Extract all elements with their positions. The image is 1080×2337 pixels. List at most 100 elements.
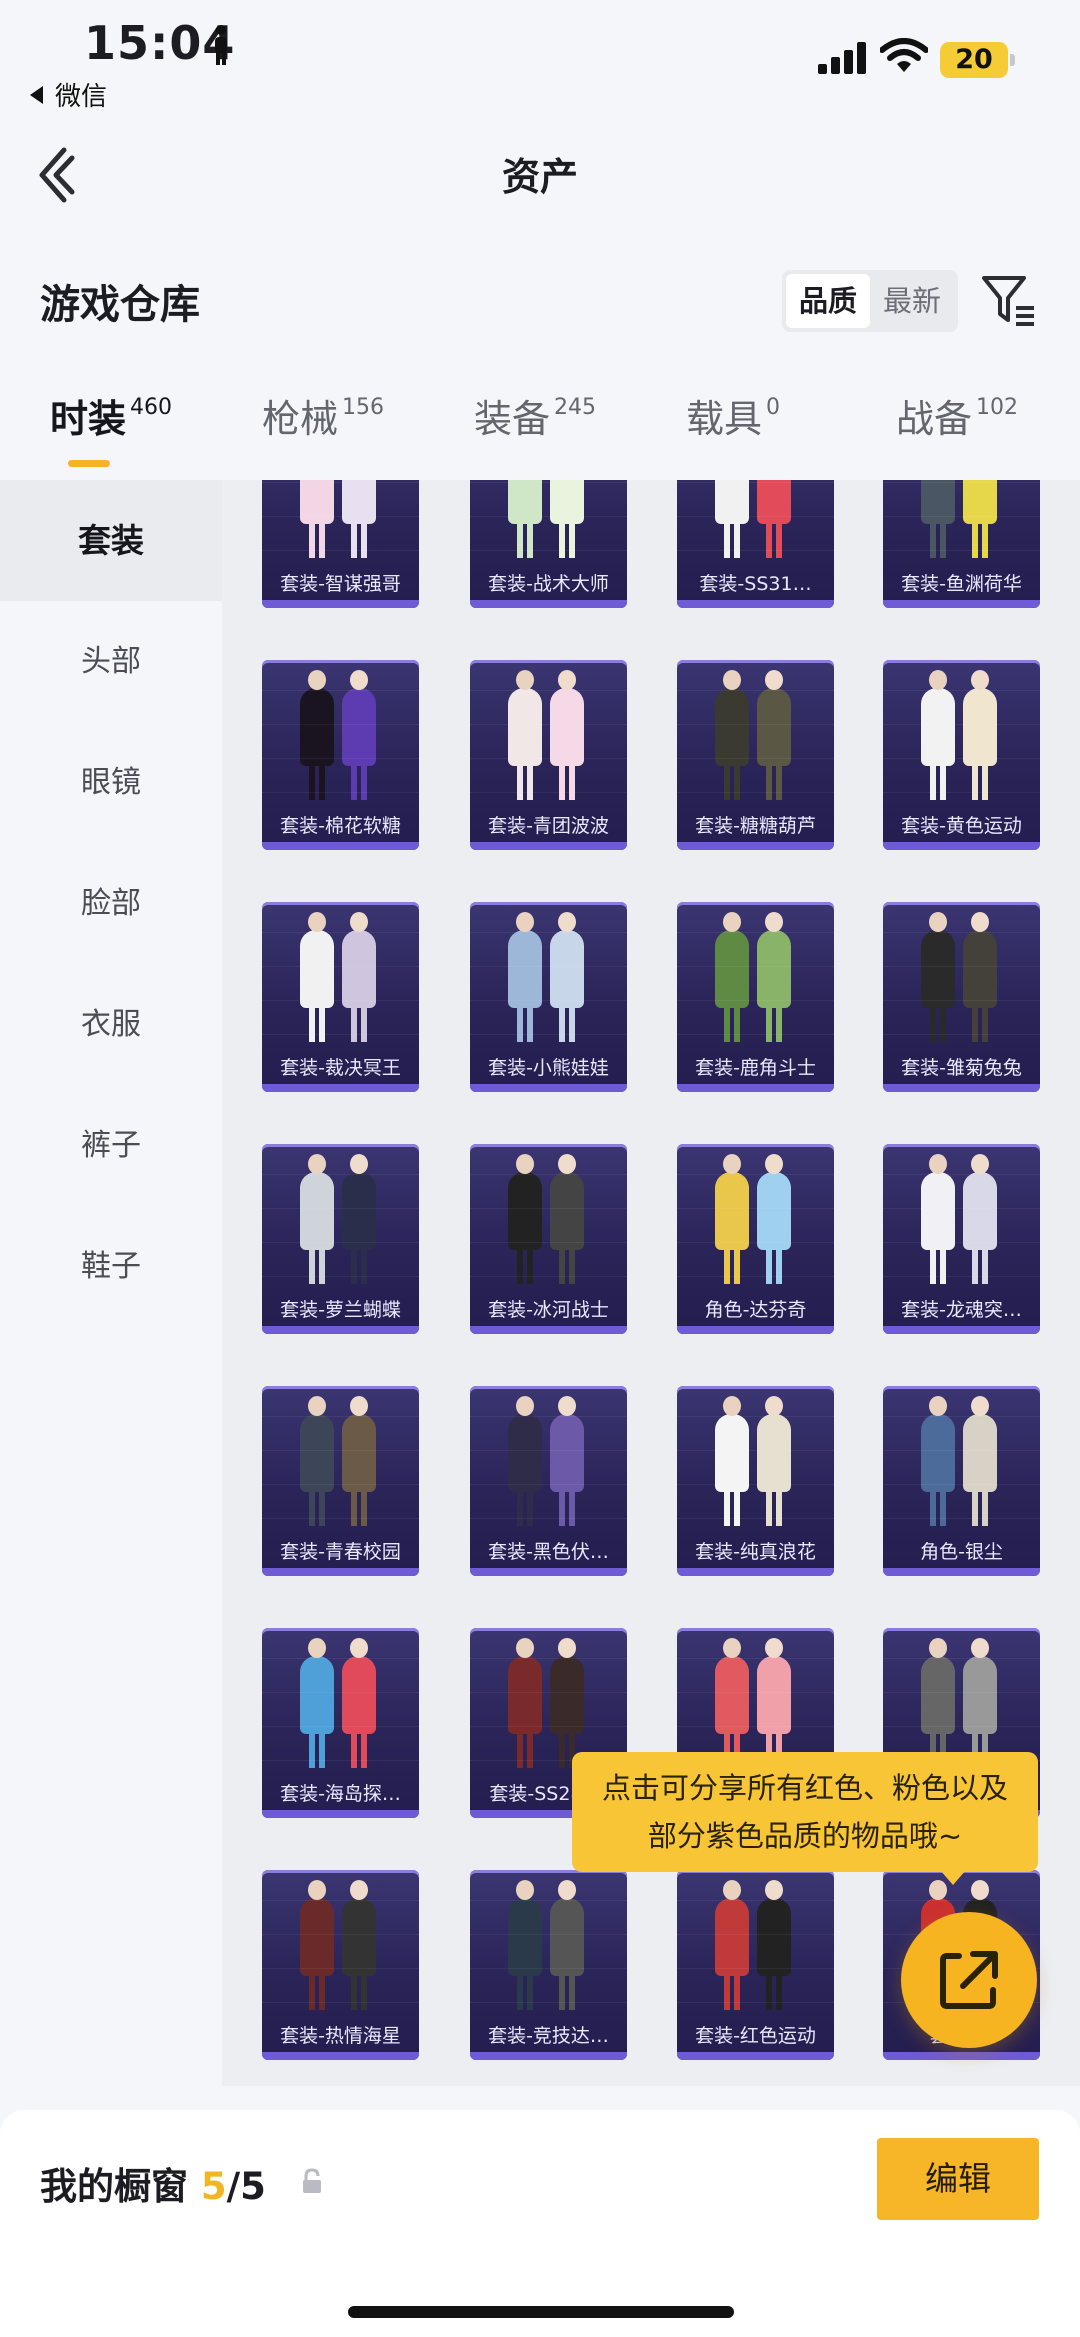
item-name: 套装-萝兰蝴蝶 [280, 1299, 401, 1321]
card-texture [677, 724, 834, 725]
tab-supplies[interactable]: 战备 102 [896, 388, 1018, 480]
card-texture [883, 1034, 1040, 1035]
tooltip-arrow [940, 1870, 966, 1885]
figure-legs [930, 1002, 946, 1042]
outfit-figure [715, 1154, 749, 1284]
item-card[interactable]: 套装-竞技达… [470, 1870, 627, 2060]
item-card[interactable]: 套装-智谋强哥 [262, 480, 419, 608]
figure-legs [351, 1244, 367, 1284]
sidebar-item-head[interactable]: 头部 [0, 601, 222, 722]
item-name: 套装-黑色伏… [488, 1541, 609, 1563]
tab-equipment[interactable]: 装备 245 [474, 388, 596, 480]
figure-legs [766, 1244, 782, 1284]
figure-legs [309, 1970, 325, 2010]
item-card[interactable]: 套装-青春校园 [262, 1386, 419, 1576]
figure-head [929, 1396, 947, 1416]
outfit-figure [757, 480, 791, 558]
item-card[interactable]: 套装-冰河战士 [470, 1144, 627, 1334]
item-thumbnail [276, 1396, 405, 1526]
figure-head [516, 912, 534, 932]
figure-head [350, 1396, 368, 1416]
warehouse-title: 游戏仓库 [40, 282, 200, 328]
item-card[interactable]: 套装-鹿角斗士 [677, 902, 834, 1092]
back-arrow-icon[interactable] [34, 146, 78, 204]
tab-label: 战备 [896, 397, 973, 441]
item-thumbnail [484, 670, 613, 800]
item-card[interactable]: 套装-雏菊兔兔 [883, 902, 1040, 1092]
figure-head [558, 1396, 576, 1416]
outfit-figure [963, 670, 997, 800]
card-texture [677, 690, 834, 691]
edit-button[interactable]: 编辑 [877, 2138, 1039, 2220]
figure-legs [309, 760, 325, 800]
figure-legs [972, 1002, 988, 1042]
sidebar-item-glasses[interactable]: 眼镜 [0, 722, 222, 843]
card-texture [883, 966, 1040, 967]
outfit-figure [508, 1880, 542, 2010]
item-card[interactable]: 套装-糖糖葫芦 [677, 660, 834, 850]
figure-legs [517, 760, 533, 800]
item-card[interactable]: 套装-SS31… [677, 480, 834, 608]
figure-head [558, 670, 576, 690]
card-texture [470, 1276, 627, 1277]
showcase-label: 我的橱窗 5/5 [40, 2156, 266, 2210]
item-card[interactable]: 套装-纯真浪花 [677, 1386, 834, 1576]
item-name: 角色-银尘 [920, 1541, 1003, 1563]
sidebar-item-pants[interactable]: 裤子 [0, 1085, 222, 1206]
share-icon [940, 1951, 998, 2009]
item-thumbnail [691, 1880, 820, 2010]
item-thumbnail [484, 912, 613, 1042]
item-card[interactable]: 套装-小熊娃娃 [470, 902, 627, 1092]
item-name: 套装-棉花软糖 [280, 815, 401, 837]
back-to-app-link[interactable]: 微信 [30, 76, 107, 113]
outfit-figure [508, 480, 542, 558]
card-texture [470, 1518, 627, 1519]
item-card[interactable]: 套装-热情海星 [262, 1870, 419, 2060]
sidebar-item-shoes[interactable]: 鞋子 [0, 1206, 222, 1327]
figure-legs [351, 518, 367, 558]
share-button[interactable] [901, 1912, 1037, 2048]
figure-head [971, 1880, 989, 1900]
card-texture [470, 1416, 627, 1417]
sidebar-item-clothes[interactable]: 衣服 [0, 964, 222, 1085]
item-card[interactable]: 套装-黑色伏… [470, 1386, 627, 1576]
item-card[interactable]: 套装-棉花软糖 [262, 660, 419, 850]
outfit-figure [963, 1396, 997, 1526]
sidebar-item-face[interactable]: 脸部 [0, 843, 222, 964]
tab-guns[interactable]: 枪械 156 [262, 388, 384, 480]
card-texture [677, 482, 834, 483]
figure-head [308, 1396, 326, 1416]
item-card[interactable]: 套装-裁决冥王 [262, 902, 419, 1092]
tab-fashion[interactable]: 时装 460 [50, 388, 172, 480]
outfit-figure [550, 670, 584, 800]
item-card[interactable]: 套装-龙魂突… [883, 1144, 1040, 1334]
outfit-figure [342, 1880, 376, 2010]
card-texture [262, 966, 419, 967]
figure-head [723, 1154, 741, 1174]
sort-toggle: 品质 最新 [782, 270, 958, 332]
showcase-title: 我的橱窗 [40, 2165, 188, 2208]
card-texture [262, 792, 419, 793]
item-card[interactable]: 套装-青团波波 [470, 660, 627, 850]
item-card[interactable]: 套装-鱼渊荷华 [883, 480, 1040, 608]
card-texture [470, 758, 627, 759]
card-texture [262, 932, 419, 933]
figure-head [516, 1880, 534, 1900]
item-card[interactable]: 套装-萝兰蝴蝶 [262, 1144, 419, 1334]
item-card[interactable]: 套装-战术大师 [470, 480, 627, 608]
item-card[interactable]: 套装-红色运动 [677, 1870, 834, 2060]
figure-head [350, 1154, 368, 1174]
sort-newest-button[interactable]: 最新 [870, 274, 954, 328]
figure-head [308, 1638, 326, 1658]
sort-quality-button[interactable]: 品质 [786, 274, 870, 328]
card-texture [677, 2002, 834, 2003]
item-card[interactable]: 套装-海岛探… [262, 1628, 419, 1818]
sidebar-item-outfit[interactable]: 套装 [0, 480, 222, 601]
tab-vehicles[interactable]: 载具 0 [686, 388, 780, 480]
item-card[interactable]: 套装-黄色运动 [883, 660, 1040, 850]
item-card[interactable]: 角色-银尘 [883, 1386, 1040, 1576]
status-bar: 15:04 微信 20 [0, 0, 1080, 130]
filter-icon[interactable] [980, 272, 1038, 328]
item-card[interactable]: 角色-达芬奇 [677, 1144, 834, 1334]
back-triangle-icon [30, 86, 43, 104]
